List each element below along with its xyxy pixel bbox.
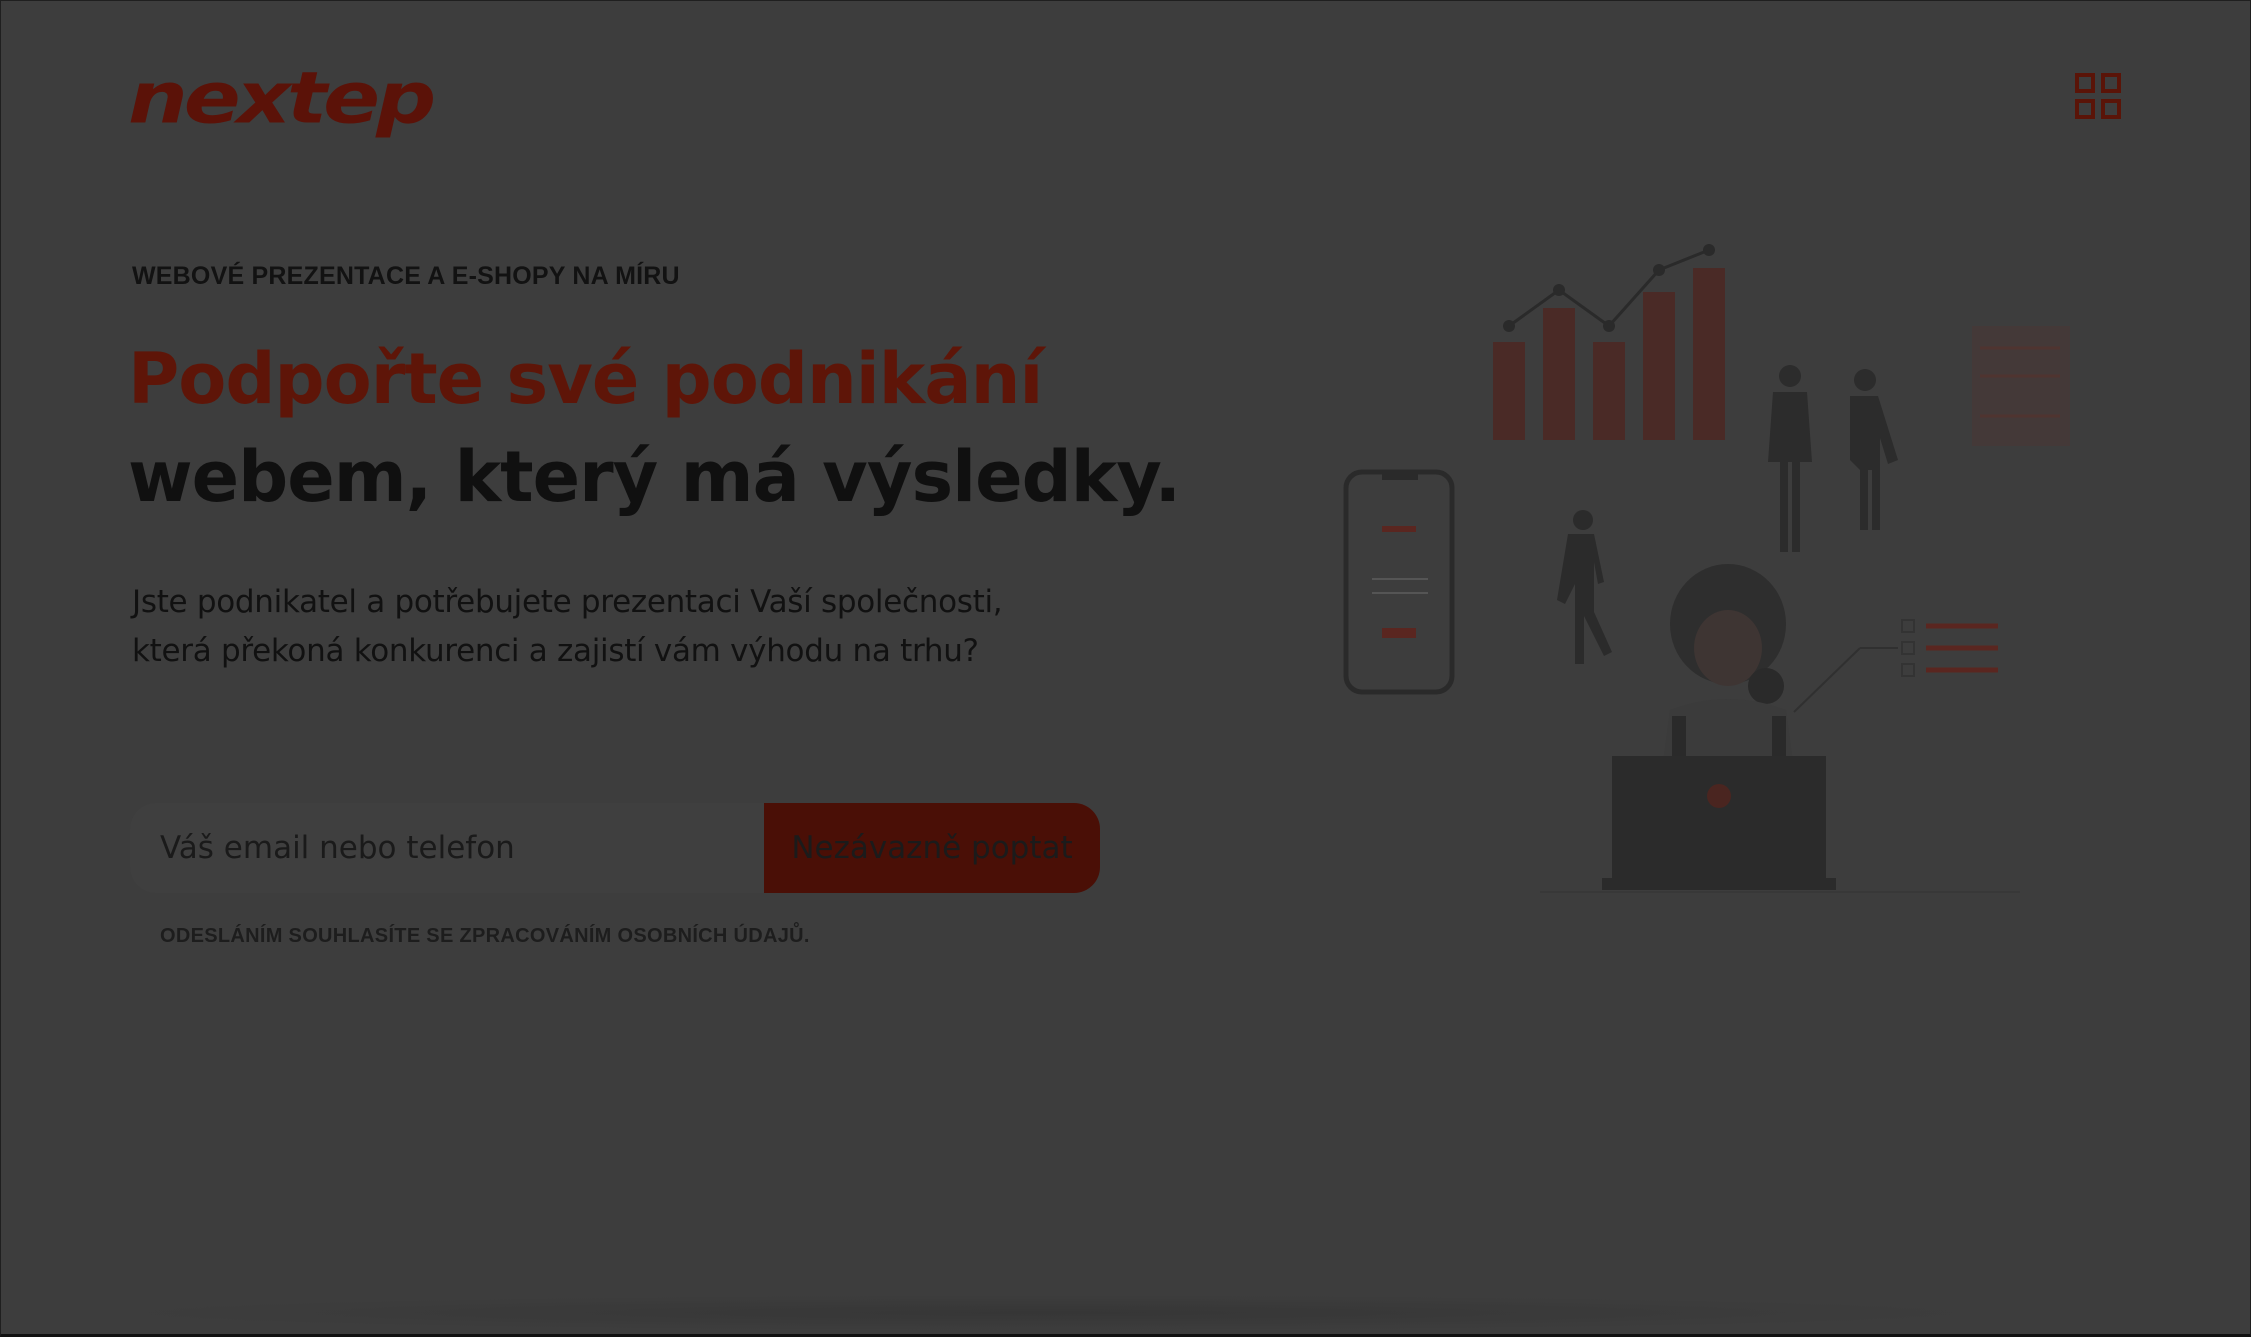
grid-icon bbox=[2075, 73, 2121, 119]
business-illustration-image bbox=[1300, 230, 2150, 910]
headline-line-accent: Podpořte své podnikání bbox=[128, 338, 1043, 420]
lead-line-2: která překoná konkurenci a zajistí vám v… bbox=[132, 633, 979, 669]
logo[interactable]: nextep bbox=[128, 56, 436, 140]
bottom-shadow bbox=[100, 1295, 2000, 1331]
lead-line-1: Jste podnikatel a potřebujete prezentaci… bbox=[132, 584, 1003, 620]
menu-button[interactable] bbox=[2074, 72, 2122, 120]
submit-inquiry-button[interactable]: Nezávazně poptat bbox=[764, 803, 1100, 893]
logo-text: nextep bbox=[128, 56, 436, 140]
chart-illustration bbox=[1493, 268, 1725, 440]
hero-eyebrow: WEBOVÉ PREZENTACE A E-SHOPY NA MÍRU bbox=[132, 262, 680, 290]
contact-input[interactable] bbox=[130, 803, 764, 893]
consent-note: ODESLÁNÍM SOUHLASÍTE SE ZPRACOVÁNÍM OSOB… bbox=[160, 925, 810, 947]
hero-headline: Podpořte své podnikání webem, který má v… bbox=[128, 330, 1181, 526]
headline-line-main: webem, který má výsledky. bbox=[128, 436, 1181, 518]
inquiry-form: Nezávazně poptat bbox=[130, 803, 1100, 893]
hero-lead: Jste podnikatel a potřebujete prezentaci… bbox=[132, 578, 1092, 676]
